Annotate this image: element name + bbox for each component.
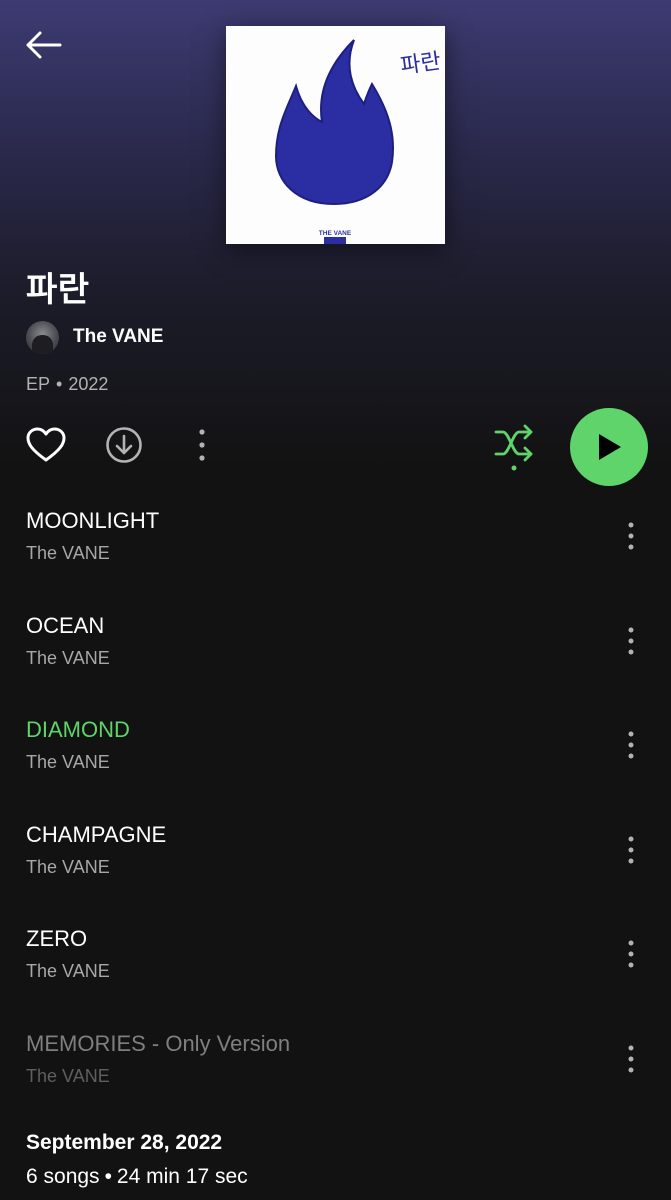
album-summary: 6 songs • 24 min 17 sec xyxy=(26,1165,248,1189)
more-vertical-icon xyxy=(199,429,205,461)
artist-link[interactable]: The VANE xyxy=(26,320,163,354)
track-row-unavailable[interactable]: MEMORIES - Only Version The VANE xyxy=(0,1023,671,1128)
back-button[interactable] xyxy=(22,26,64,64)
track-title: DIAMOND xyxy=(26,717,130,742)
shuffle-icon xyxy=(494,424,533,471)
track-row[interactable]: MOONLIGHT The VANE xyxy=(0,500,671,605)
track-artist: The VANE xyxy=(26,647,110,668)
album-year: 2022 xyxy=(68,374,109,394)
cover-label: THE VANE xyxy=(319,230,352,237)
track-more-button[interactable] xyxy=(616,516,646,556)
track-title: ZERO xyxy=(26,926,88,951)
track-artist: The VANE xyxy=(26,856,110,877)
more-vertical-icon xyxy=(628,627,634,654)
artist-name: The VANE xyxy=(73,326,164,347)
like-button[interactable] xyxy=(24,424,68,466)
track-more-button[interactable] xyxy=(616,934,646,974)
more-vertical-icon xyxy=(628,522,634,550)
more-vertical-icon xyxy=(628,940,634,968)
avatar xyxy=(26,320,59,354)
track-artist: The VANE xyxy=(26,543,110,563)
track-artist: The VANE xyxy=(26,961,110,981)
meta-separator: • xyxy=(56,374,63,394)
track-artist: The VANE xyxy=(26,752,110,772)
play-button[interactable] xyxy=(570,408,648,486)
album-meta: EP • 2022 xyxy=(26,374,108,395)
heart-outline-icon xyxy=(26,427,66,462)
release-date: September 28, 2022 xyxy=(26,1131,223,1154)
more-vertical-icon xyxy=(628,836,634,863)
more-options-button[interactable] xyxy=(186,424,218,466)
more-vertical-icon xyxy=(628,731,634,759)
download-circle-icon xyxy=(106,427,142,463)
album-duration: 24 min 17 sec xyxy=(116,1165,248,1188)
summary-separator: • xyxy=(104,1165,112,1188)
shuffle-button[interactable] xyxy=(490,422,538,474)
download-button[interactable] xyxy=(102,423,146,467)
song-count: 6 songs xyxy=(26,1165,100,1188)
album-type: EP xyxy=(26,374,51,394)
track-row[interactable]: CHAMPAGNE The VANE xyxy=(0,814,671,919)
track-more-button[interactable] xyxy=(616,621,646,661)
track-more-button[interactable] xyxy=(616,830,646,870)
album-title: 파란 xyxy=(26,270,90,310)
more-vertical-icon xyxy=(628,1045,634,1072)
track-artist: The VANE xyxy=(26,1065,110,1086)
track-row[interactable]: OCEAN The VANE xyxy=(0,605,671,710)
track-title: CHAMPAGNE xyxy=(26,821,167,847)
album-cover: 파란 THE VANE xyxy=(226,26,445,244)
track-row[interactable]: ZERO The VANE xyxy=(0,918,671,1023)
arrow-left-icon xyxy=(26,31,62,59)
track-more-button[interactable] xyxy=(616,1039,646,1079)
track-title: MOONLIGHT xyxy=(26,508,160,533)
track-row-playing[interactable]: DIAMOND The VANE xyxy=(0,709,671,814)
track-title: OCEAN xyxy=(26,612,105,638)
track-more-button[interactable] xyxy=(616,725,646,765)
play-icon xyxy=(599,434,621,460)
track-title: MEMORIES - Only Version xyxy=(26,1030,291,1056)
track-list: MOONLIGHT The VANE OCEAN The VANE DIAMON… xyxy=(0,500,671,1127)
